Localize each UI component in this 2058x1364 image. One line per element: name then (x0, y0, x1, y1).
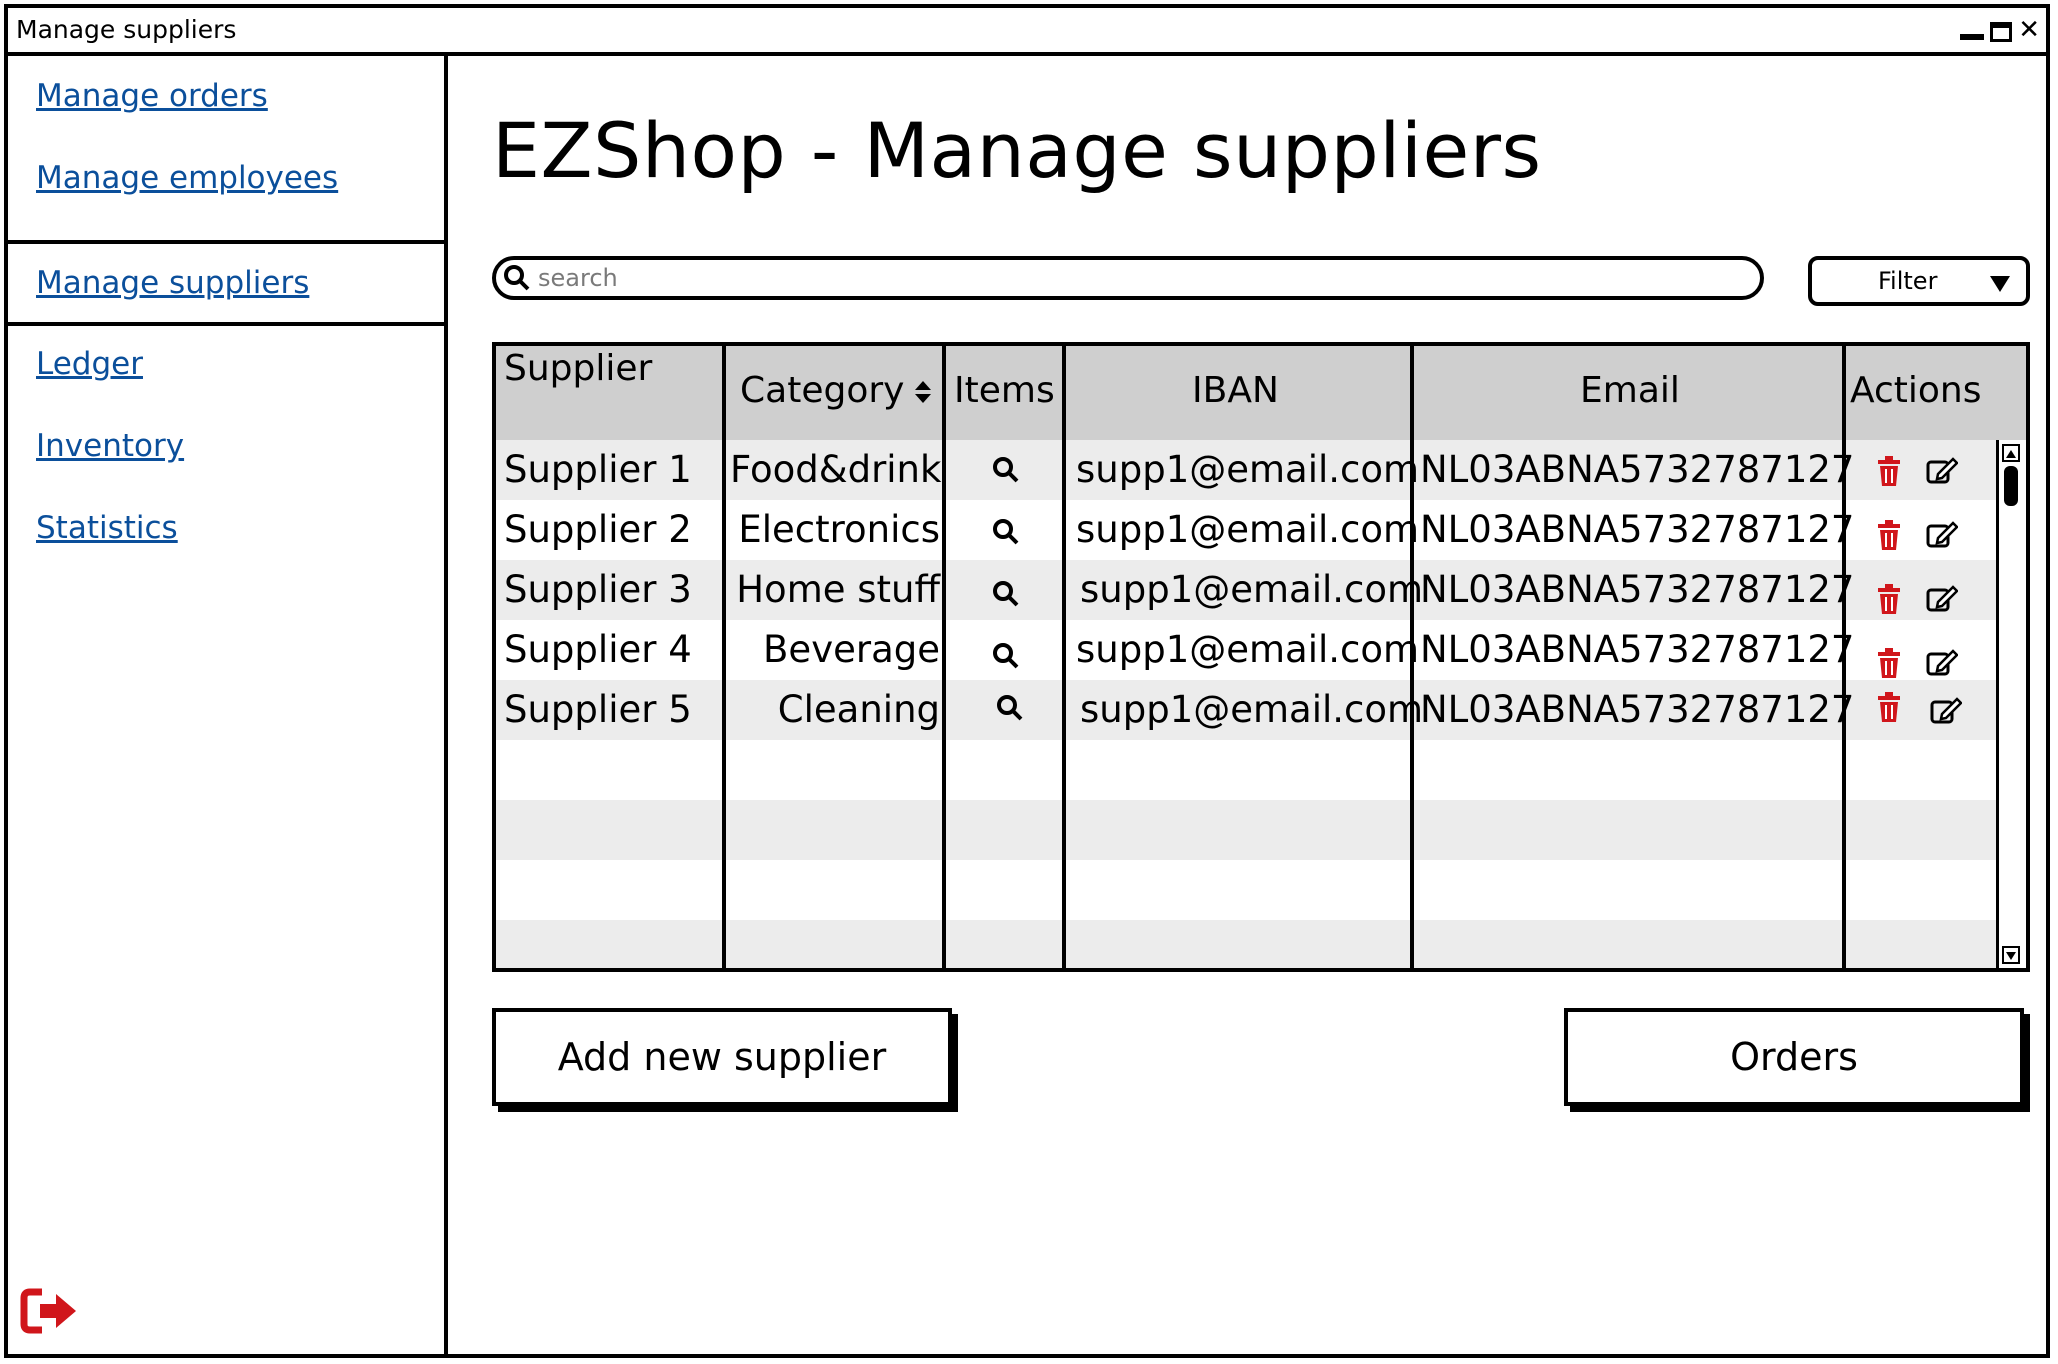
table-row[interactable]: Supplier 3 Home stuff supp1@email.com NL… (496, 560, 1996, 620)
supplier-cell: Supplier 4 (504, 628, 692, 671)
filter-label: Filter (1878, 267, 1938, 295)
iban-cell: supp1@email.com (1076, 508, 1420, 551)
search-icon[interactable] (992, 518, 1020, 546)
email-cell: NL03ABNA5732787127 (1420, 628, 1855, 671)
search-icon (504, 265, 530, 291)
trash-icon[interactable] (1876, 520, 1902, 550)
column-header-email: Email (1580, 370, 1680, 411)
sidebar-item-label[interactable]: Manage suppliers (36, 265, 309, 301)
scrollbar-thumb[interactable] (2004, 466, 2018, 506)
edit-icon[interactable] (1926, 584, 1958, 612)
sidebar-item-statistics[interactable]: Statistics (8, 488, 444, 568)
category-cell: Electronics (738, 508, 940, 551)
sidebar-item-label[interactable]: Ledger (36, 346, 143, 382)
edit-icon[interactable] (1930, 696, 1962, 724)
category-cell: Cleaning (777, 688, 940, 731)
orders-button[interactable]: Orders (1564, 1008, 2024, 1106)
scroll-up-icon[interactable] (2002, 444, 2020, 462)
window-controls: ✕ (1960, 16, 2040, 43)
search-icon[interactable] (992, 642, 1020, 670)
sidebar-item-manage-orders[interactable]: Manage orders (8, 56, 444, 136)
column-header-actions: Actions (1850, 370, 1982, 411)
column-divider (942, 346, 946, 968)
window-title: Manage suppliers (16, 15, 237, 44)
app-window: Manage suppliers ✕ Manage orders Manage … (4, 4, 2050, 1358)
table-row[interactable]: Supplier 4 Beverage supp1@email.com NL03… (496, 620, 1996, 680)
filter-dropdown[interactable]: Filter (1808, 256, 2030, 306)
email-cell: NL03ABNA5732787127 (1420, 568, 1855, 611)
close-icon[interactable]: ✕ (2018, 17, 2040, 43)
chevron-down-icon (1990, 276, 2010, 292)
add-new-supplier-button[interactable]: Add new supplier (492, 1008, 952, 1106)
supplier-cell: Supplier 5 (504, 688, 692, 731)
iban-cell: supp1@email.com (1080, 688, 1424, 731)
table-row-empty (496, 920, 1996, 968)
sidebar-item-label[interactable]: Manage orders (36, 78, 268, 114)
trash-icon[interactable] (1876, 456, 1902, 486)
trash-icon[interactable] (1876, 692, 1902, 722)
supplier-cell: Supplier 2 (504, 508, 692, 551)
search-bar[interactable] (492, 256, 1764, 300)
trash-icon[interactable] (1876, 584, 1902, 614)
category-cell: Home stuff (736, 568, 940, 611)
minimize-icon[interactable] (1960, 34, 1985, 40)
iban-cell: supp1@email.com (1080, 568, 1424, 611)
column-divider (1842, 346, 1846, 968)
suppliers-table: Supplier Category Items IBAN Email Actio… (492, 342, 2030, 972)
edit-icon[interactable] (1926, 520, 1958, 548)
sidebar: Manage orders Manage employees Manage su… (8, 56, 448, 1354)
table-row[interactable]: Supplier 5 Cleaning supp1@email.com NL03… (496, 680, 1996, 740)
edit-icon[interactable] (1926, 456, 1958, 484)
table-scrollbar[interactable] (1996, 440, 2026, 968)
sidebar-item-label[interactable]: Inventory (36, 428, 184, 464)
column-header-supplier: Supplier (504, 348, 653, 389)
table-row[interactable]: Supplier 2 Electronics supp1@email.com N… (496, 500, 1996, 560)
search-icon[interactable] (992, 456, 1020, 484)
sidebar-item-inventory[interactable]: Inventory (8, 406, 444, 486)
sort-icon[interactable] (914, 380, 932, 404)
main-content: EZShop - Manage suppliers Filter Supplie… (448, 56, 2046, 1354)
iban-cell: supp1@email.com (1076, 628, 1420, 671)
email-cell: NL03ABNA5732787127 (1420, 508, 1855, 551)
column-divider (1062, 346, 1066, 968)
search-icon[interactable] (992, 580, 1020, 608)
scroll-down-icon[interactable] (2002, 946, 2020, 964)
table-row-empty (496, 800, 1996, 860)
column-header-category[interactable]: Category (730, 346, 946, 440)
column-divider (722, 346, 726, 968)
category-cell: Beverage (763, 628, 940, 671)
trash-icon[interactable] (1876, 648, 1902, 678)
page-title: EZShop - Manage suppliers (492, 106, 1542, 195)
column-header-items: Items (954, 370, 1055, 411)
sidebar-item-manage-suppliers[interactable]: Manage suppliers (8, 240, 444, 326)
sidebar-item-label[interactable]: Statistics (36, 510, 178, 546)
table-row[interactable]: Supplier 1 Food&drink supp1@email.com NL… (496, 440, 1996, 500)
edit-icon[interactable] (1926, 648, 1958, 676)
table-row-empty (496, 860, 1996, 920)
title-bar: Manage suppliers ✕ (8, 8, 2046, 56)
email-cell: NL03ABNA5732787127 (1420, 448, 1855, 491)
search-icon[interactable] (996, 694, 1024, 722)
table-row-empty (496, 740, 1996, 800)
sidebar-item-manage-employees[interactable]: Manage employees (8, 138, 444, 218)
sign-out-icon[interactable] (20, 1286, 80, 1336)
email-cell: NL03ABNA5732787127 (1420, 688, 1855, 731)
search-input[interactable] (536, 263, 1740, 293)
supplier-cell: Supplier 1 (504, 448, 692, 491)
column-divider (1410, 346, 1414, 968)
table-body: Supplier 1 Food&drink supp1@email.com NL… (496, 440, 1996, 968)
category-cell: Food&drink (730, 448, 942, 491)
maximize-icon[interactable] (1990, 22, 2013, 42)
column-header-iban: IBAN (1192, 370, 1279, 411)
supplier-cell: Supplier 3 (504, 568, 692, 611)
sidebar-item-label[interactable]: Manage employees (36, 160, 338, 196)
iban-cell: supp1@email.com (1076, 448, 1420, 491)
sidebar-item-ledger[interactable]: Ledger (8, 324, 444, 404)
